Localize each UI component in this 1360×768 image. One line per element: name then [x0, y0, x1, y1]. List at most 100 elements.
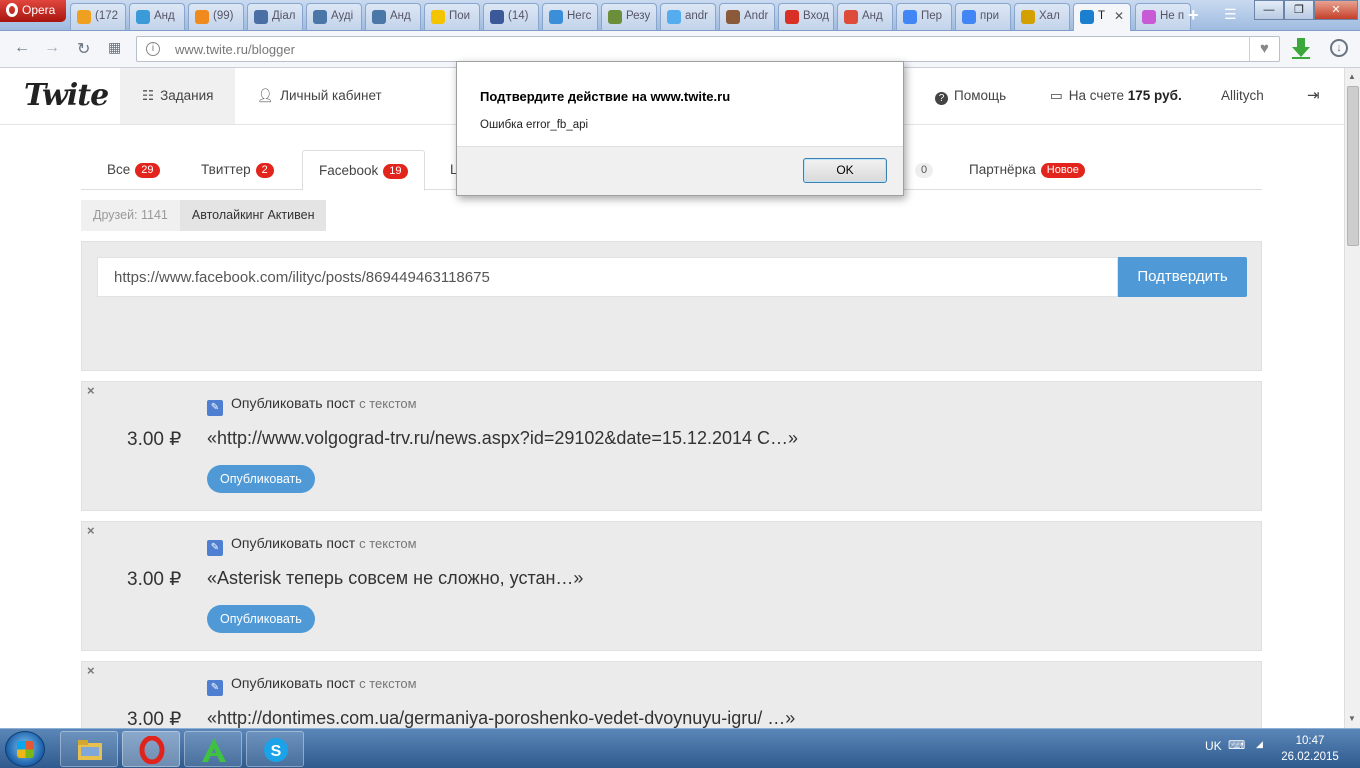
browser-tab[interactable]: Анд	[365, 3, 421, 30]
browser-tab[interactable]: (14)	[483, 3, 539, 30]
page-scrollbar[interactable]: ▲ ▼	[1344, 68, 1360, 728]
tab-count-badge: 19	[383, 164, 408, 179]
address-bar[interactable]: i www.twite.ru/blogger ♥	[136, 36, 1280, 62]
tab-menu-icon[interactable]: ☰	[1224, 6, 1242, 23]
platform-tab[interactable]: Все 29	[107, 150, 160, 190]
browser-tab[interactable]: (172	[70, 3, 126, 30]
platform-tab-label: Партнёрка	[969, 162, 1036, 177]
username[interactable]: Allitych	[1221, 68, 1264, 124]
downloads-icon[interactable]: ↓	[1330, 39, 1348, 57]
scroll-down-icon[interactable]: ▼	[1348, 714, 1356, 723]
reload-icon[interactable]: ↻	[77, 39, 90, 59]
dialog-footer: OK	[457, 146, 903, 195]
browser-tab[interactable]: T ✕	[1073, 3, 1131, 31]
task-price: 3.00 ₽	[127, 569, 182, 590]
start-button[interactable]	[5, 731, 45, 767]
confirm-dialog: Подтвердите действие на www.twite.ru Оши…	[456, 61, 904, 196]
ok-button[interactable]: OK	[803, 158, 887, 183]
platform-tab[interactable]: Твиттер 2	[201, 150, 274, 190]
twite-logo[interactable]: Twite	[24, 78, 109, 113]
help-link[interactable]: ? Помощь	[935, 68, 1006, 124]
tab-count-badge: Новое	[1040, 163, 1085, 178]
task-subtitle: с текстом	[359, 676, 417, 691]
tray-arrow-icon[interactable]: ◢	[1256, 739, 1263, 750]
site-info-icon[interactable]: i	[146, 42, 160, 56]
balance[interactable]: ▭ На счете 175 руб.	[1050, 68, 1182, 124]
clock[interactable]: 10:47 26.02.2015	[1270, 733, 1350, 765]
speed-dial-grid-icon[interactable]: ▦	[108, 39, 121, 56]
dismiss-task-icon[interactable]: ×	[87, 663, 95, 678]
forward-arrow-icon[interactable]: →	[44, 39, 60, 57]
browser-tab[interactable]: Не п	[1135, 3, 1191, 30]
dismiss-task-icon[interactable]: ×	[87, 523, 95, 538]
post-link-input[interactable]: https://www.facebook.com/ilityc/posts/86…	[97, 257, 1118, 297]
browser-tab[interactable]: Анд	[129, 3, 185, 30]
nav-cabinet[interactable]: 👤︎ Личный кабинет	[235, 68, 404, 124]
logout-icon[interactable]: ⇥	[1307, 68, 1320, 124]
question-icon: ?	[935, 92, 948, 105]
restore-button[interactable]: ❐	[1284, 0, 1314, 20]
browser-tab-label: (99)	[213, 10, 234, 22]
tab-favicon-icon	[667, 10, 681, 24]
browser-tab[interactable]: Хал	[1014, 3, 1070, 30]
browser-tab[interactable]: andr	[660, 3, 716, 30]
browser-tab[interactable]: Andr	[719, 3, 775, 30]
platform-tab[interactable]: 0	[910, 150, 934, 190]
tab-favicon-icon	[254, 10, 268, 24]
scroll-thumb[interactable]	[1347, 86, 1359, 246]
opera-menu-button[interactable]: Opera	[0, 0, 66, 22]
explorer-taskbar-button[interactable]	[60, 731, 118, 767]
browser-tab-label: Анд	[862, 10, 883, 22]
browser-tab[interactable]: Ауді	[306, 3, 362, 30]
language-indicator[interactable]: UK	[1205, 739, 1222, 753]
browser-tab[interactable]: Пер	[896, 3, 952, 30]
publish-button[interactable]: Опубликовать	[207, 605, 315, 633]
tab-favicon-icon	[372, 10, 386, 24]
browser-tab-label: Не п	[1160, 10, 1185, 22]
app-a-taskbar-button[interactable]	[184, 731, 242, 767]
browser-tab[interactable]: Вход	[778, 3, 834, 30]
tab-favicon-icon	[136, 10, 150, 24]
task-card: × 3.00 ₽ ✎ Опубликовать пост с текстом «Aste…	[81, 521, 1262, 651]
browser-tab-label: Вход	[803, 10, 830, 22]
browser-tab[interactable]: Негс	[542, 3, 598, 30]
back-arrow-icon[interactable]: ←	[14, 39, 30, 57]
bookmark-heart-icon[interactable]: ♥	[1249, 37, 1279, 61]
browser-tab-label: andr	[685, 10, 709, 22]
browser-tab[interactable]: Пои	[424, 3, 480, 30]
download-manager-icon[interactable]	[1290, 36, 1312, 60]
platform-tab[interactable]: Facebook 19	[302, 150, 425, 191]
opera-logo-icon	[6, 3, 18, 17]
browser-tab-label: Пер	[921, 10, 943, 22]
browser-tab-label: T	[1098, 10, 1106, 22]
keyboard-icon[interactable]: ⌨	[1228, 738, 1245, 752]
task-header: ✎ Опубликовать пост с текстом	[207, 675, 417, 696]
dismiss-task-icon[interactable]: ×	[87, 383, 95, 398]
scroll-up-icon[interactable]: ▲	[1348, 72, 1356, 81]
nav-tasks[interactable]: ☷ Задания	[120, 68, 236, 124]
platform-tab[interactable]: Партнёрка Новое	[969, 150, 1085, 190]
close-tab-icon[interactable]: ✕	[1114, 9, 1124, 23]
new-tab-button[interactable]: +	[1188, 5, 1199, 26]
browser-tab[interactable]: (99)	[188, 3, 244, 30]
browser-tab[interactable]: Анд	[837, 3, 893, 30]
confirm-button[interactable]: Подтвердить	[1118, 257, 1247, 297]
browser-tab[interactable]: при	[955, 3, 1011, 30]
windows-logo-icon	[17, 741, 34, 758]
address-url[interactable]: www.twite.ru/blogger	[175, 42, 295, 57]
publish-button[interactable]: Опубликовать	[207, 465, 315, 493]
dialog-title: Подтвердите действие на www.twite.ru	[480, 89, 731, 104]
browser-tab-label: Ауді	[331, 10, 354, 22]
clock-date: 26.02.2015	[1281, 751, 1339, 763]
green-a-icon	[202, 738, 226, 762]
tab-favicon-icon	[490, 10, 504, 24]
skype-taskbar-button[interactable]: S	[246, 731, 304, 767]
minimize-button[interactable]: —	[1254, 0, 1284, 20]
task-text: «http://www.volgograd-trv.ru/news.aspx?i…	[207, 428, 799, 448]
browser-tab[interactable]: Діал	[247, 3, 303, 30]
close-window-button[interactable]: ✕	[1314, 0, 1358, 20]
browser-tab[interactable]: Резу	[601, 3, 657, 30]
autolike-status[interactable]: Автолайкинг Активен	[179, 200, 327, 231]
opera-taskbar-button[interactable]	[122, 731, 180, 767]
tab-count-badge: 29	[135, 163, 160, 178]
